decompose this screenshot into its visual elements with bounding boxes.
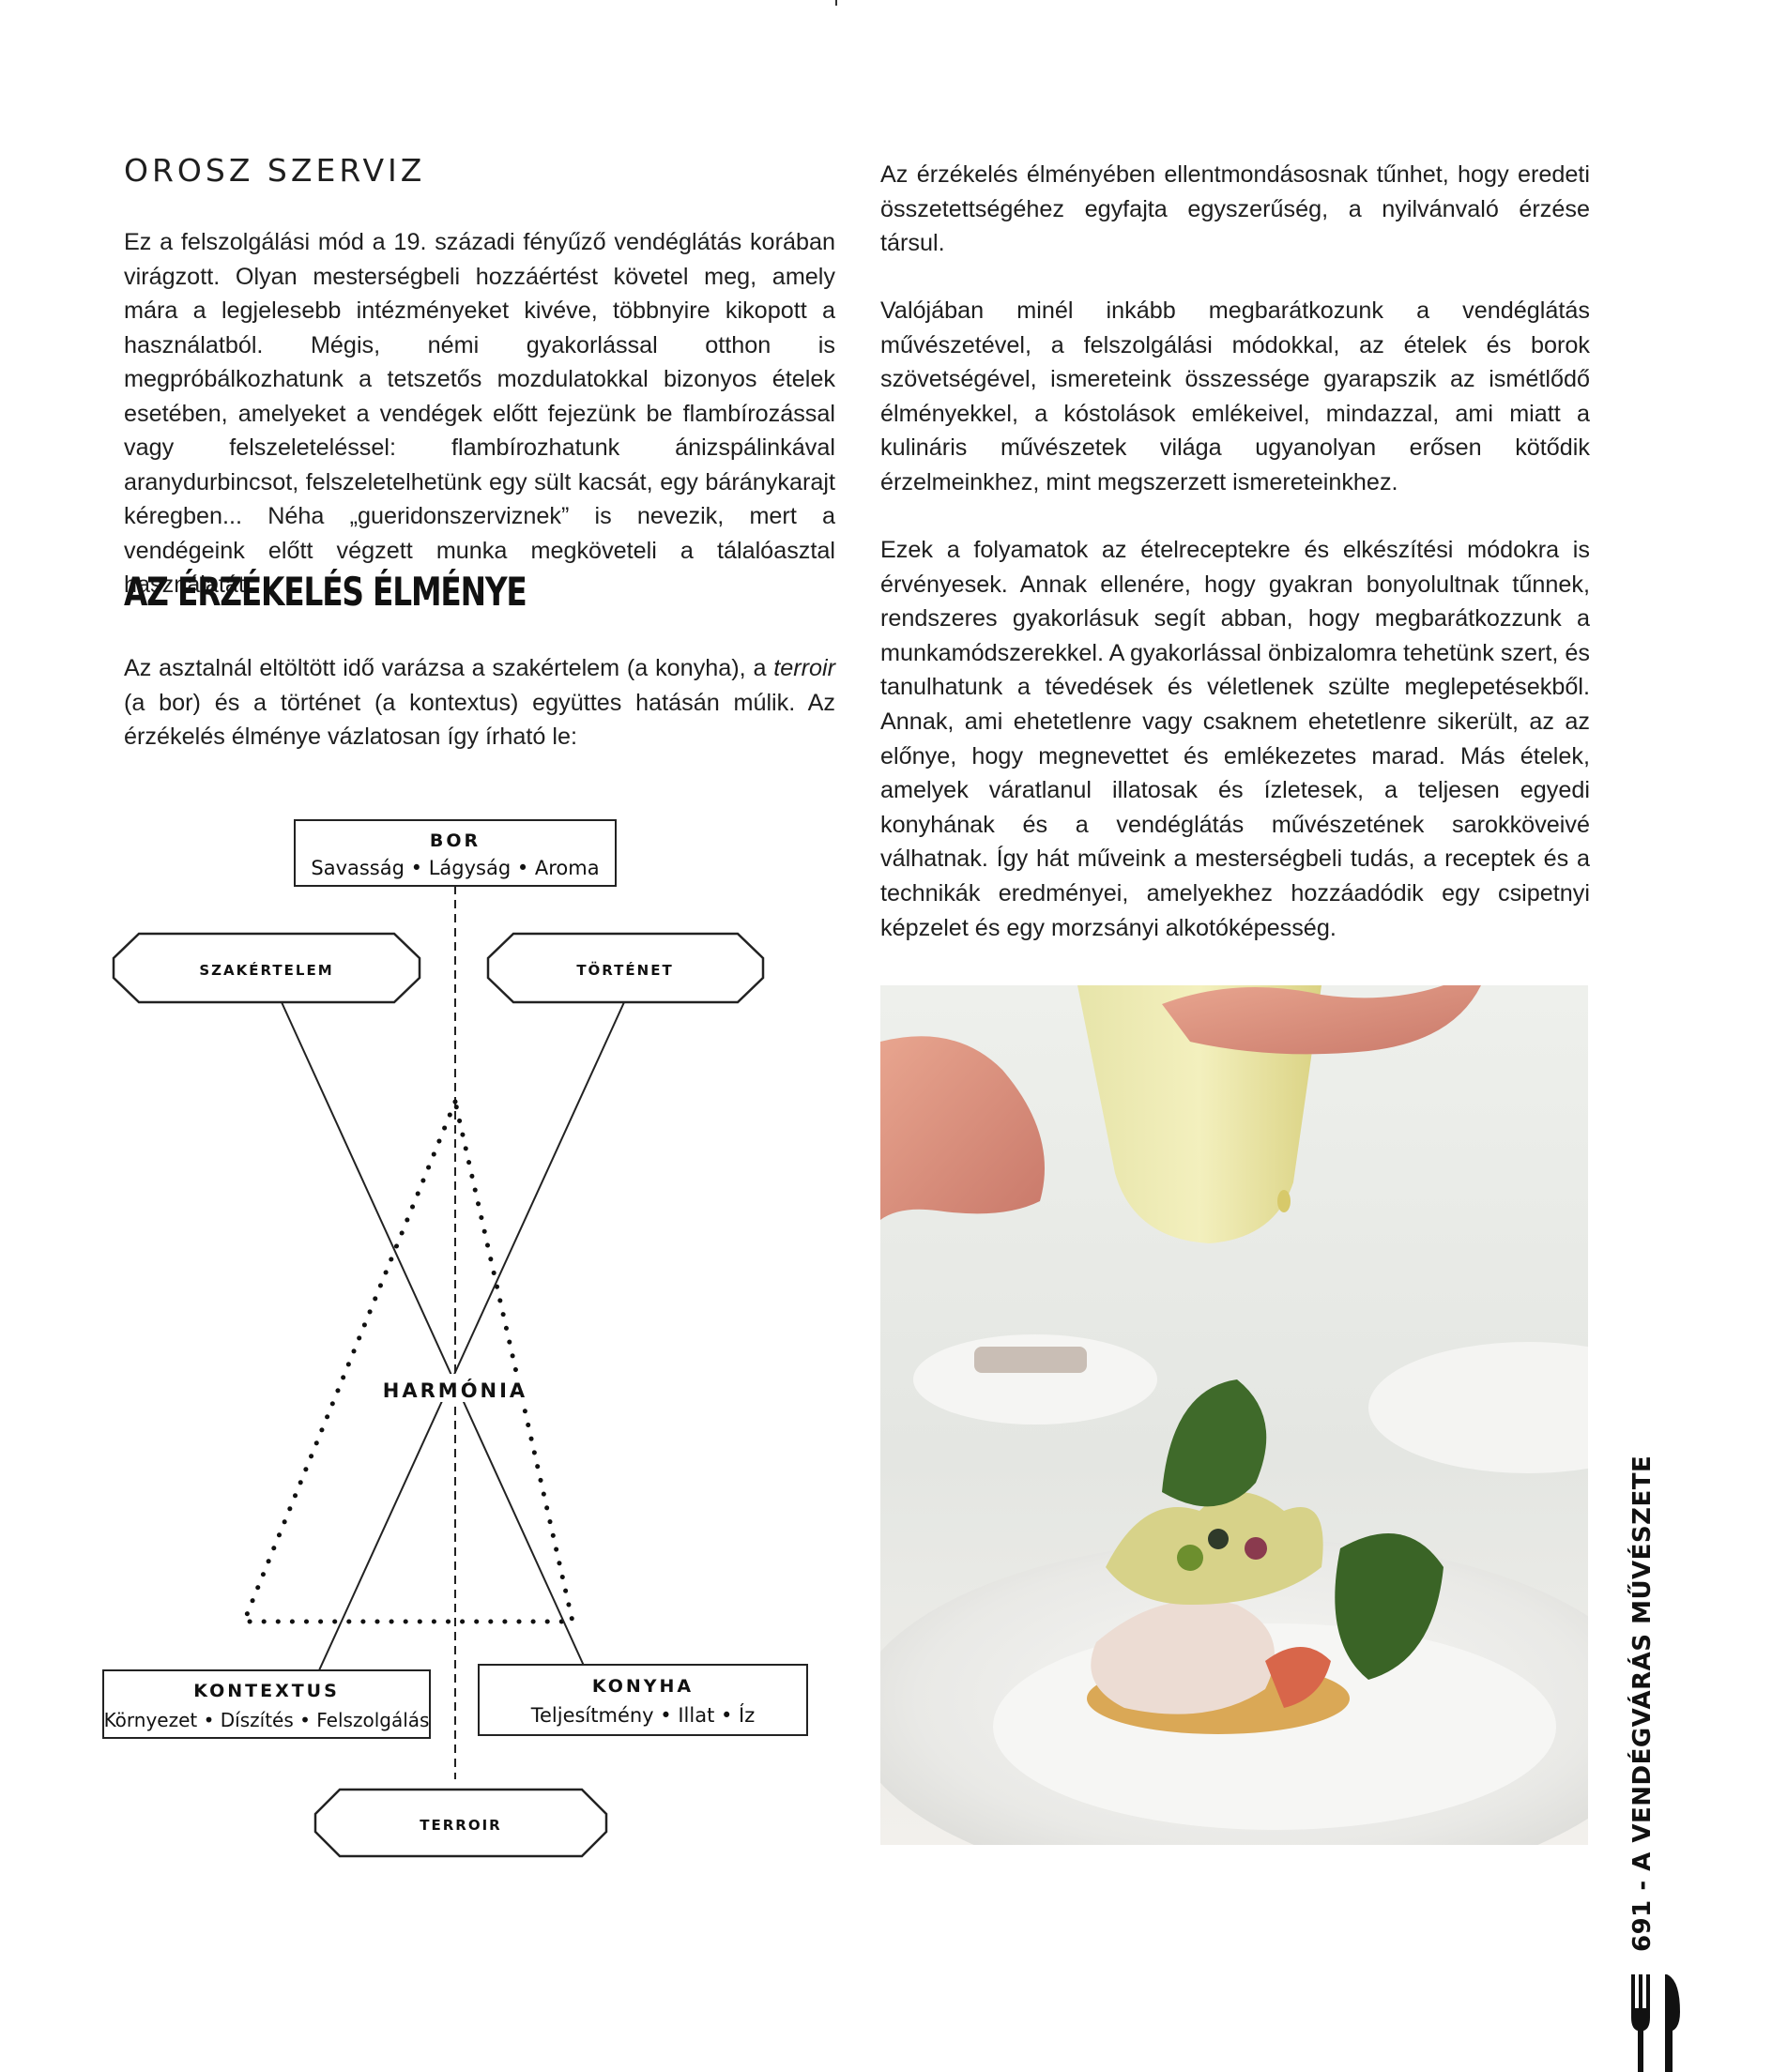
harmony-diagram: BOR Savasság • Lágyság • Aroma SZAKÉRTEL… [102, 819, 808, 1858]
micro-green-1 [1177, 1545, 1203, 1571]
szakertelem-label: SZAKÉRTELEM [199, 961, 333, 979]
paragraph-orosz-szerviz: Ez a felszolgálási mód a 19. századi fén… [124, 229, 835, 598]
food-plating-photo [880, 985, 1588, 1845]
line-szakertelem-konyha [281, 1001, 585, 1667]
harmonia-label: HARMÓNIA [383, 1379, 527, 1402]
background-food [974, 1347, 1087, 1373]
line-tortenet-kontextus [318, 1001, 625, 1671]
oil-drop [1277, 1190, 1291, 1212]
dotted-triangle-upper [240, 1099, 576, 1624]
terroir-label: TERROIR [420, 1817, 501, 1834]
intro-terroir-italic: terroir [773, 655, 835, 681]
bor-subtitle: Savasság • Lágyság • Aroma [311, 857, 599, 879]
tortenet-label: TÖRTÉNET [576, 961, 673, 979]
kontextus-subtitle: Környezet • Díszítés • Felszolgálás [104, 1709, 430, 1731]
intro-text-a: Az asztalnál eltöltött idő varázsa a sza… [124, 655, 774, 681]
intro-text-b: (a bor) és a történet (a kontextus) együ… [124, 689, 835, 751]
konyha-title: KONYHA [592, 1676, 694, 1697]
fork-icon [1631, 1974, 1650, 2072]
paragraph-right-2: Valójában minél inkább megbarátkozunk a … [880, 297, 1590, 495]
paragraph-right-3: Ezek a folyamatok az ételreceptekre és e… [880, 537, 1590, 941]
micro-green-2 [1208, 1529, 1229, 1549]
subheading-orosz-szerviz: OROSZ SZERVIZ [124, 152, 426, 189]
bor-title: BOR [430, 830, 481, 851]
paragraph-right-1: Az érzékelés élményében ellentmondásosna… [880, 161, 1590, 257]
page-number-chapter: 691 - A VENDÉGVÁRÁS MŰVÉSZETE [1628, 1455, 1657, 1952]
page-top-mark [835, 0, 837, 6]
knife-icon [1665, 1974, 1680, 2072]
fork-knife-icon [1631, 1974, 1680, 2072]
micro-green-3 [1245, 1537, 1267, 1560]
paragraph-erzekeles-intro: Az asztalnál eltöltött idő varázsa a sza… [124, 651, 835, 754]
konyha-subtitle: Teljesítmény • Illat • Íz [530, 1703, 756, 1727]
section-heading: AZ ÉRZÉKELÉS ÉLMÉNYE [124, 569, 527, 615]
kontextus-title: KONTEXTUS [193, 1681, 340, 1701]
